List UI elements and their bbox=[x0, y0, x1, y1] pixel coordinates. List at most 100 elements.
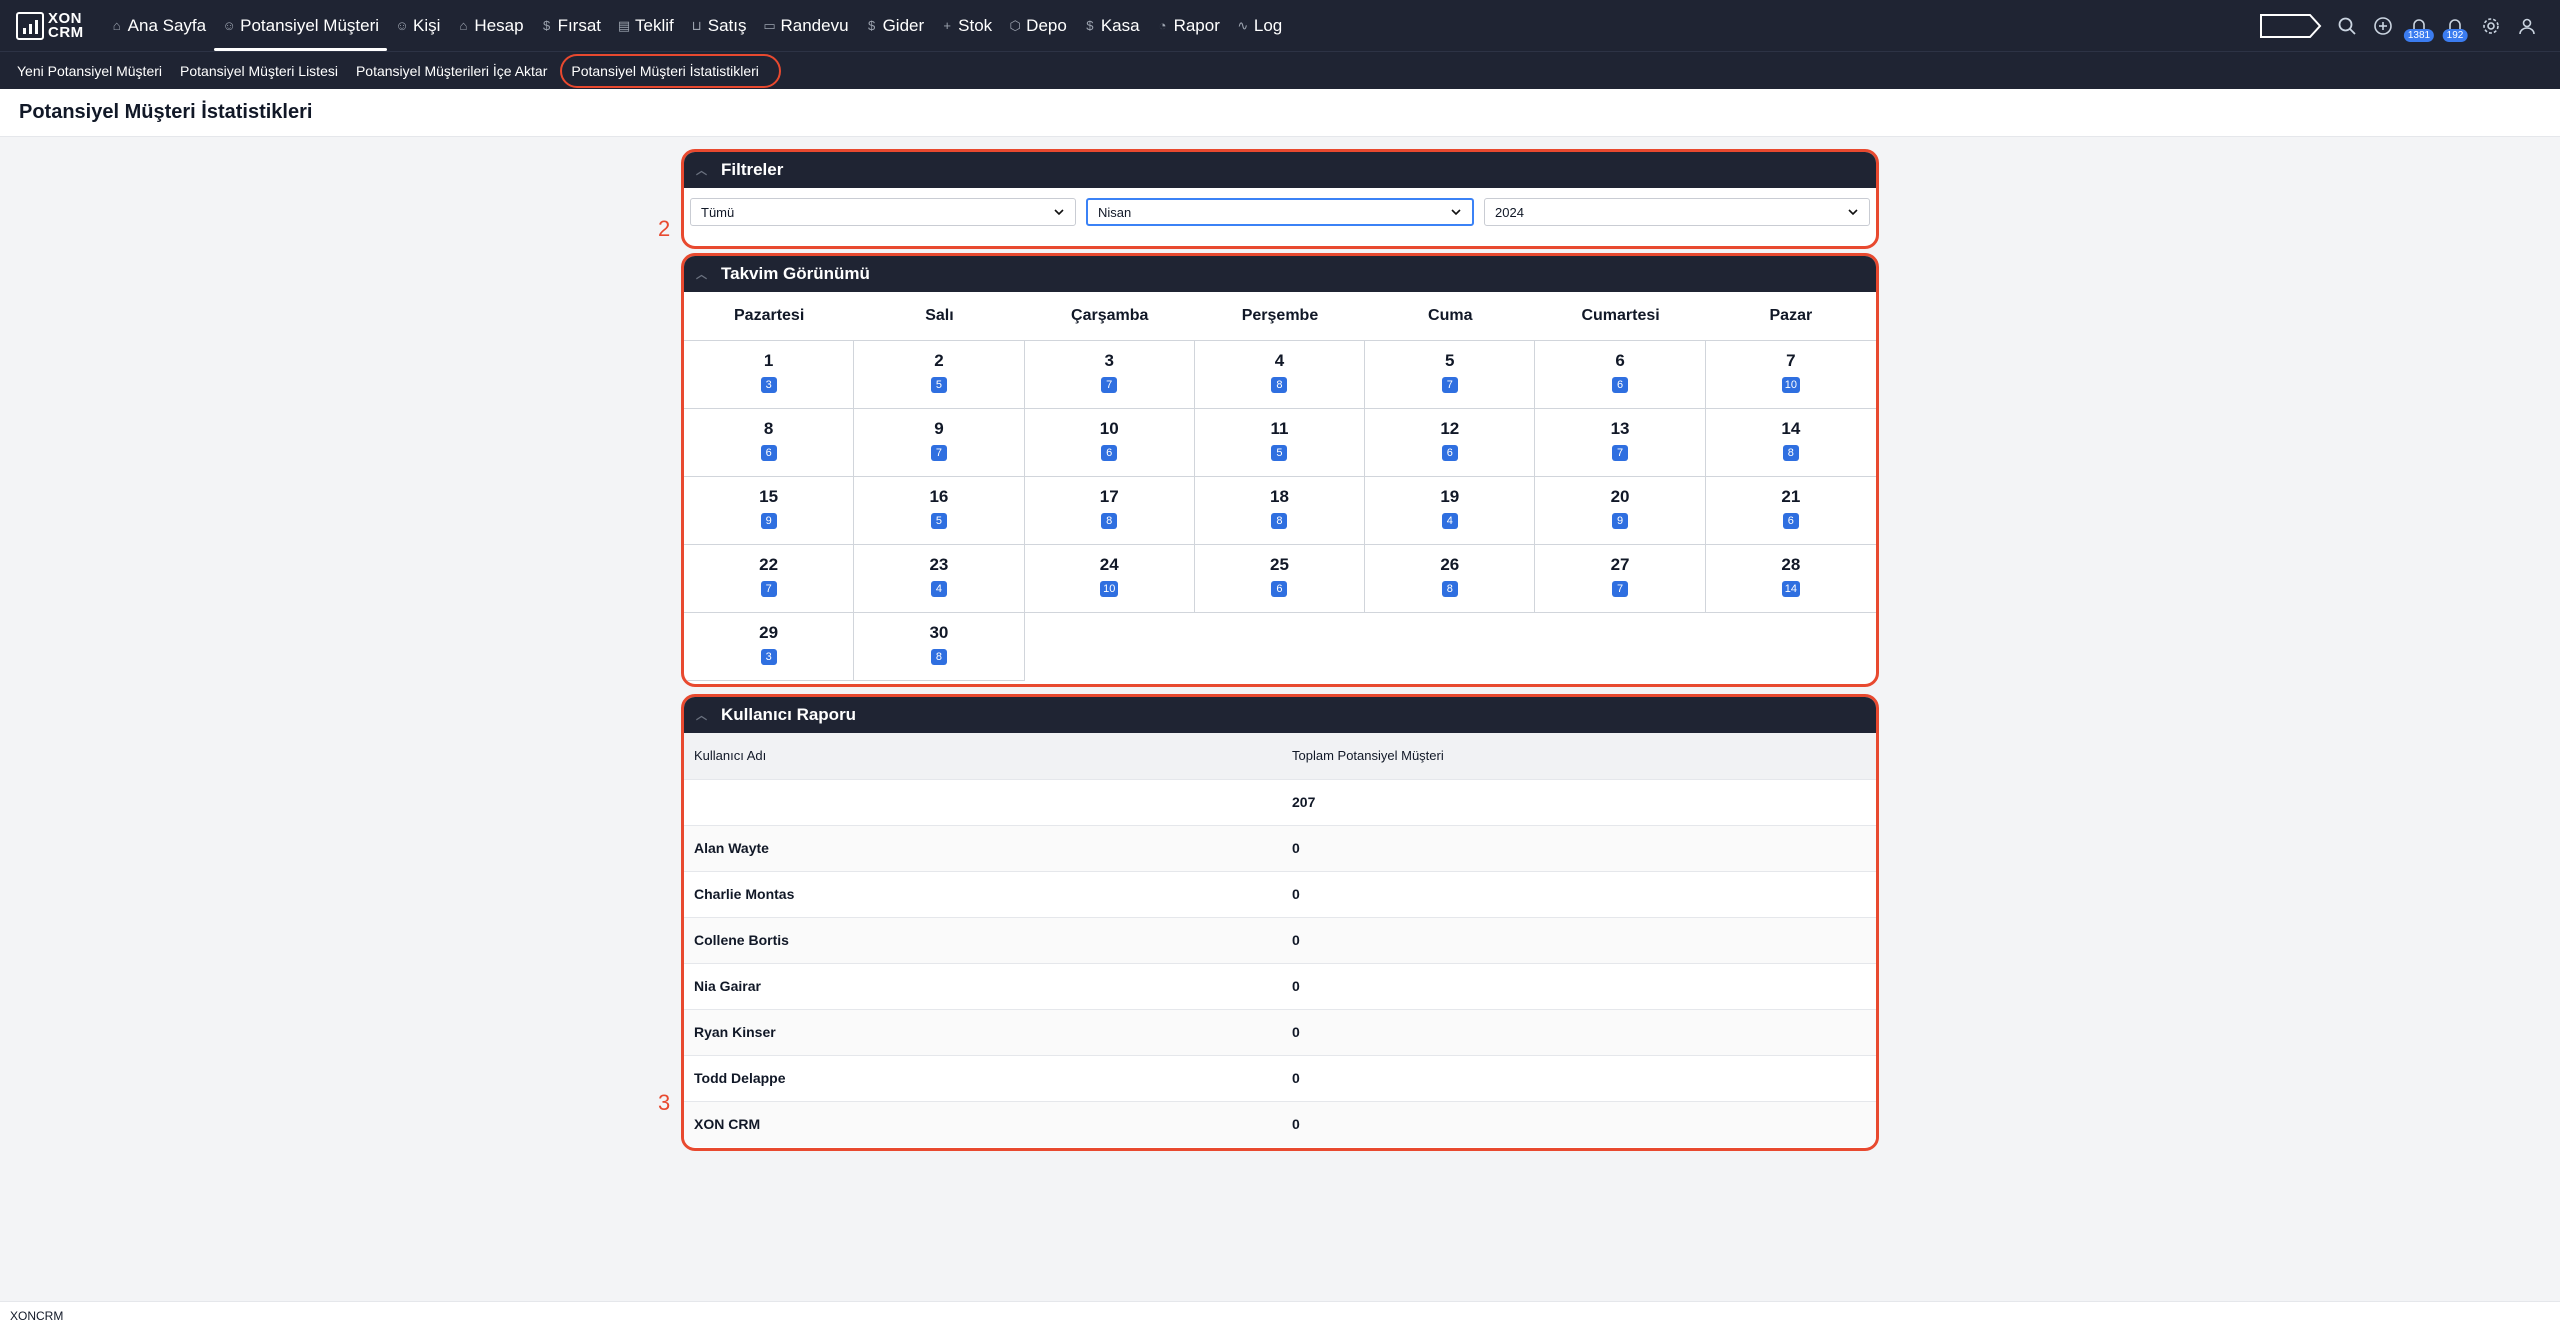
tag-arrow-icon[interactable] bbox=[2260, 13, 2322, 38]
calendar-day-cell[interactable]: 24 10 bbox=[1024, 545, 1195, 613]
calendar-header[interactable]: ︿ Takvim Görünümü bbox=[684, 256, 1876, 292]
calendar-day-cell[interactable]: 48 bbox=[1194, 341, 1366, 409]
calendar-day-cell[interactable]: 86 bbox=[684, 409, 855, 477]
column-header-user[interactable]: Kullanıcı Adı bbox=[684, 733, 1282, 779]
calendar-day-cell[interactable]: 17 8 bbox=[1024, 477, 1195, 545]
calendar-day-cell[interactable]: 13 bbox=[684, 341, 855, 409]
calendar-day-cell[interactable]: 13 7 bbox=[1535, 409, 1706, 477]
calendar-day-cell[interactable]: 7 10 bbox=[1705, 341, 1876, 409]
calendar-day-cell[interactable]: 30 8 bbox=[854, 613, 1025, 681]
app-logo[interactable]: XON CRM bbox=[16, 11, 84, 40]
table-row: Todd Delappe 0 bbox=[684, 1054, 1876, 1101]
calendar-day-number: 2 bbox=[934, 351, 944, 370]
calendar-day-cell[interactable]: 19 4 bbox=[1365, 477, 1536, 545]
calendar-day-cell[interactable]: 27 7 bbox=[1535, 545, 1706, 613]
total-count-cell: 0 bbox=[1282, 916, 1876, 963]
calendar-day-count-badge: 8 bbox=[1271, 377, 1288, 393]
search-icon[interactable] bbox=[2336, 15, 2358, 37]
table-row: 207 bbox=[684, 778, 1876, 825]
settings-gear-icon[interactable] bbox=[2480, 15, 2502, 37]
nav-item-12[interactable]: ◔ Rapor bbox=[1148, 0, 1228, 51]
subnav-item-1[interactable]: Potansiyel Müşteri Listesi bbox=[171, 54, 347, 88]
column-header-total[interactable]: Toplam Potansiyel Müşteri bbox=[1282, 733, 1876, 779]
calendar-day-cell[interactable]: 12 6 bbox=[1365, 409, 1536, 477]
nav-item-3[interactable]: ⌂ Hesap bbox=[448, 0, 531, 51]
chart-icon: ◔ bbox=[1158, 18, 1167, 33]
nav-item-0[interactable]: ⌂ Ana Sayfa bbox=[102, 0, 214, 51]
notification-bell-icon[interactable]: 1381 bbox=[2403, 15, 2435, 42]
user-select[interactable]: Tümü bbox=[690, 198, 1076, 226]
calendar-day-cell[interactable]: 21 6 bbox=[1705, 477, 1876, 545]
total-count-cell: 0 bbox=[1282, 962, 1876, 1009]
calendar-day-cell[interactable]: 25 bbox=[854, 341, 1025, 409]
building-icon: ⌂ bbox=[459, 18, 468, 33]
collapse-chevron-icon[interactable]: ︿ bbox=[696, 266, 707, 282]
calendar-day-cell[interactable]: 57 bbox=[1365, 341, 1536, 409]
calendar-day-cell[interactable]: 15 9 bbox=[684, 477, 855, 545]
nav-item-7[interactable]: ▭ Randevu bbox=[755, 0, 857, 51]
dollar-icon: $ bbox=[542, 18, 551, 33]
table-row: XON CRM 0 bbox=[684, 1100, 1876, 1147]
total-count-cell: 0 bbox=[1282, 1054, 1876, 1101]
nav-item-10[interactable]: ⬡ Depo bbox=[1000, 0, 1075, 51]
top-navbar: XON CRM ⌂ Ana Sayfa ☺ Potansiyel Müşteri ☺ Ki… bbox=[0, 0, 2560, 51]
nav-item-8[interactable]: $ Gider bbox=[857, 0, 933, 51]
calendar-day-cell[interactable]: 10 6 bbox=[1024, 409, 1195, 477]
calendar-day-cell[interactable]: 22 7 bbox=[684, 545, 855, 613]
plus-icon: + bbox=[943, 18, 951, 33]
calendar-day-cell[interactable]: 37 bbox=[1024, 341, 1195, 409]
subnav-item-0[interactable]: Yeni Potansiyel Müşteri bbox=[8, 54, 171, 88]
calendar-weekday-row: Pazartesi Salı Çarşamba Perşembe Cuma Cumarte… bbox=[684, 292, 1876, 341]
calendar-day-number: 8 bbox=[763, 419, 774, 438]
month-select[interactable]: Nisan bbox=[1086, 198, 1474, 226]
calendar-day-cell[interactable]: 29 3 bbox=[684, 613, 855, 681]
calendar-day-number: 5 bbox=[1445, 351, 1455, 370]
add-circle-icon[interactable] bbox=[2372, 15, 2394, 37]
calendar-day-number: 7 bbox=[1786, 351, 1796, 370]
nav-item-label: Rapor bbox=[1173, 15, 1220, 35]
nav-item-label: Randevu bbox=[780, 15, 849, 35]
calendar-day-count-badge: 4 bbox=[1441, 513, 1458, 529]
calendar-day-cell[interactable]: 16 5 bbox=[854, 477, 1025, 545]
calendar-day-number: 21 bbox=[1781, 487, 1801, 506]
nav-item-4[interactable]: $ Fırsat bbox=[532, 0, 609, 51]
calendar-day-number: 15 bbox=[759, 487, 779, 506]
nav-item-5[interactable]: ▤ Teklif bbox=[609, 0, 682, 51]
calendar-day-cell[interactable]: 23 4 bbox=[854, 545, 1025, 613]
total-count-cell: 0 bbox=[1282, 824, 1876, 871]
calendar-day-number: 16 bbox=[929, 487, 949, 506]
report-header[interactable]: ︿ Kullanıcı Raporu bbox=[684, 697, 1876, 733]
calendar-day-count-badge: 7 bbox=[1612, 445, 1629, 461]
nav-item-11[interactable]: $ Kasa bbox=[1075, 0, 1148, 51]
calendar-day-cell[interactable]: 26 8 bbox=[1365, 545, 1536, 613]
nav-item-13[interactable]: ∿ Log bbox=[1228, 0, 1290, 51]
calendar-day-count-badge: 8 bbox=[930, 649, 947, 665]
user-profile-icon[interactable] bbox=[2516, 15, 2538, 37]
filters-header[interactable]: ︿ Filtreler bbox=[684, 152, 1876, 188]
calendar-day-cell[interactable]: 18 8 bbox=[1194, 477, 1366, 545]
weekday-header: Perşembe bbox=[1241, 307, 1319, 324]
alert-bell-icon[interactable]: 192 bbox=[2442, 15, 2468, 42]
calendar-day-cell[interactable]: 97 bbox=[854, 409, 1025, 477]
year-select[interactable]: 2024 bbox=[1484, 198, 1870, 226]
nav-item-2[interactable]: ☺ Kişi bbox=[387, 0, 448, 51]
calendar-day-count-badge: 6 bbox=[1271, 581, 1288, 597]
calendar-day-cell[interactable]: 28 14 bbox=[1705, 545, 1876, 613]
calendar-day-count-badge: 8 bbox=[1101, 513, 1118, 529]
calendar-day-cell[interactable]: 20 9 bbox=[1535, 477, 1706, 545]
nav-item-9[interactable]: + Stok bbox=[932, 0, 1000, 51]
nav-item-1[interactable]: ☺ Potansiyel Müşteri bbox=[214, 0, 387, 51]
user-name-cell: Alan Wayte bbox=[684, 824, 1282, 871]
calendar-day-cell[interactable]: 11 5 bbox=[1194, 409, 1366, 477]
nav-item-6[interactable]: ⊔ Satış bbox=[682, 0, 755, 51]
calendar-day-cell[interactable]: 14 8 bbox=[1705, 409, 1876, 477]
collapse-chevron-icon[interactable]: ︿ bbox=[696, 162, 707, 178]
subnav-item-3[interactable]: Potansiyel Müşteri İstatistikleri bbox=[560, 53, 781, 88]
collapse-chevron-icon[interactable]: ︿ bbox=[696, 707, 707, 723]
calendar-day-cell[interactable]: 66 bbox=[1535, 341, 1706, 409]
calendar-day-count-badge: 14 bbox=[1781, 581, 1800, 597]
calendar-day-cell[interactable]: 25 6 bbox=[1194, 545, 1366, 613]
subnav-item-2[interactable]: Potansiyel Müşterileri İçe Aktar bbox=[347, 54, 556, 88]
nav-item-label: Potansiyel Müşteri bbox=[240, 15, 380, 35]
calendar-day-number: 1 bbox=[763, 351, 774, 370]
